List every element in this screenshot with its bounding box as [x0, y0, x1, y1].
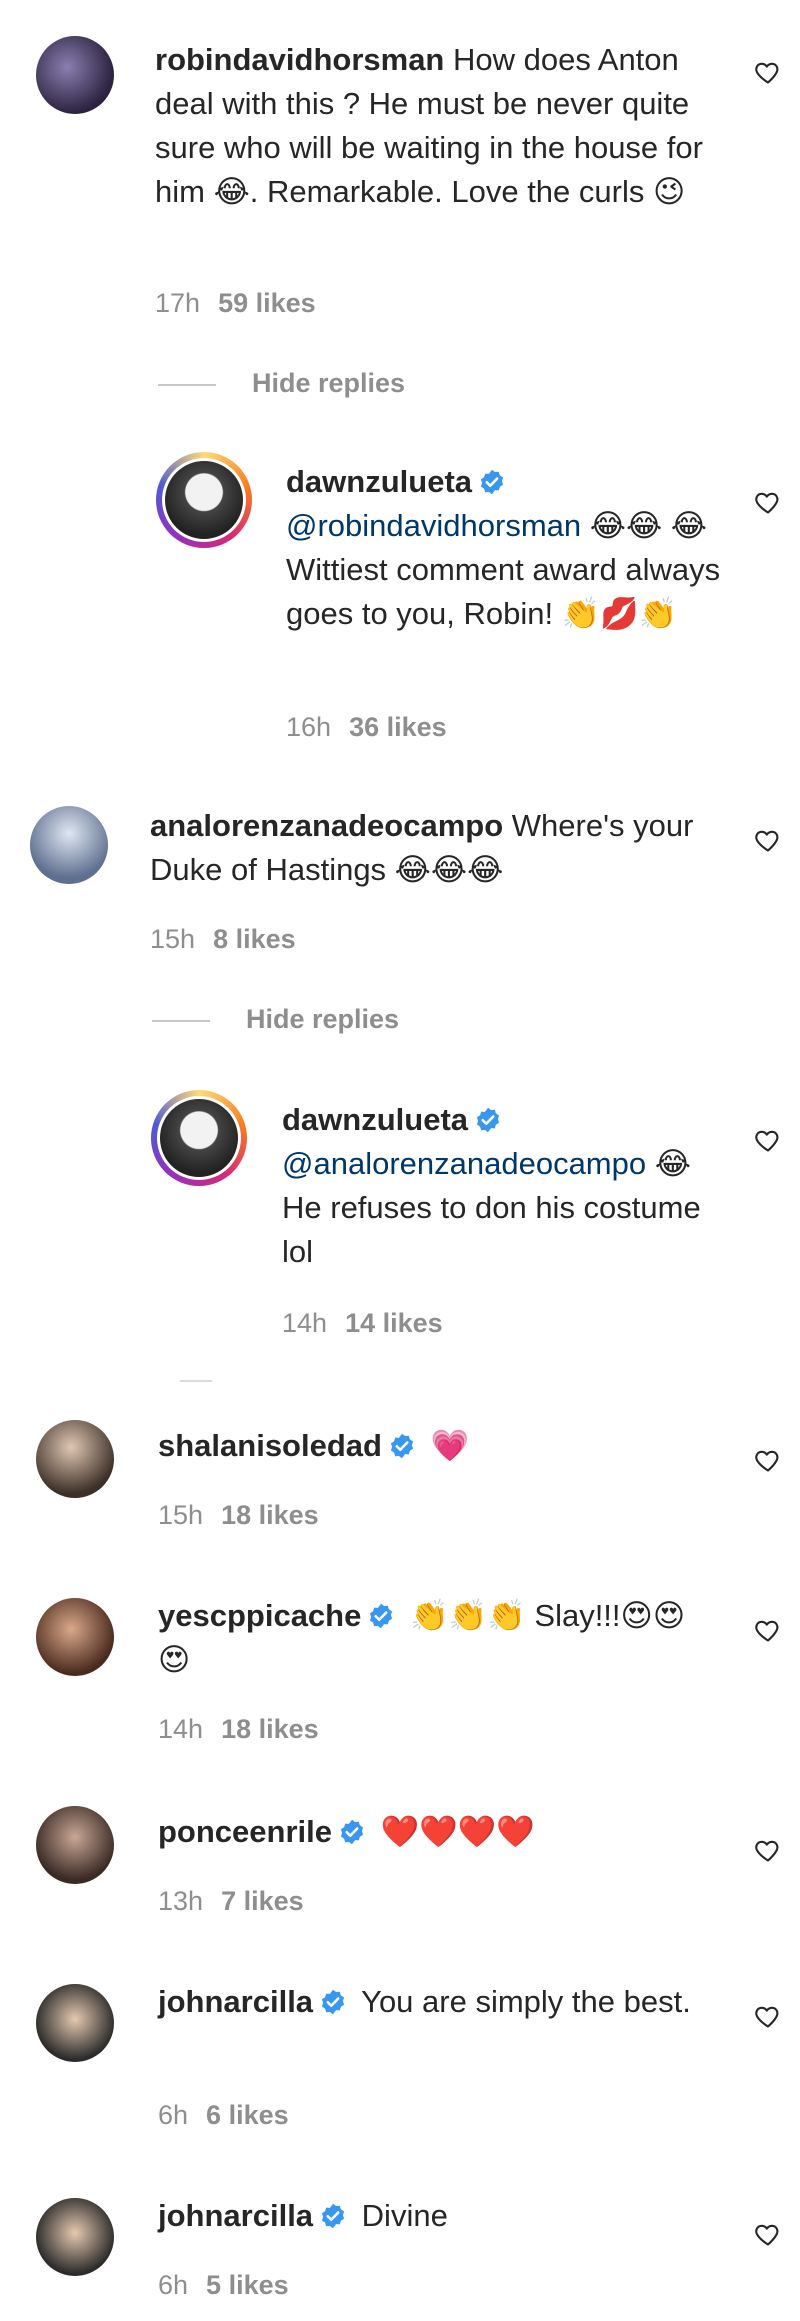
- comment-time[interactable]: 6h: [158, 2100, 188, 2130]
- comment-meta: 14h 18 likes: [158, 1714, 319, 1745]
- comment-likes[interactable]: 18 likes: [221, 1714, 319, 1744]
- reply-likes[interactable]: 36 likes: [349, 712, 447, 742]
- avatar-image: [157, 1096, 241, 1180]
- verified-badge-icon: [388, 1432, 416, 1460]
- comment-time[interactable]: 13h: [158, 1886, 203, 1916]
- comment-text: yescppicache 👏👏👏 Slay!!!😍😍 😍: [158, 1594, 718, 1682]
- comment-time[interactable]: 6h: [158, 2270, 188, 2300]
- comment-username[interactable]: johnarcilla: [158, 2198, 313, 2233]
- comment-item: johnarcilla You are simply the best. 6h 6…: [0, 1976, 800, 2156]
- comment-time[interactable]: 14h: [158, 1714, 203, 1744]
- comment-text: ponceenrile ❤️❤️❤️❤️: [158, 1810, 718, 1854]
- reply-time[interactable]: 14h: [282, 1308, 327, 1338]
- comment-body: ❤️❤️❤️❤️: [380, 1814, 536, 1849]
- verified-badge-icon: [474, 1106, 502, 1134]
- comment-text: analorenzanadeocampo Where's your Duke o…: [150, 804, 710, 892]
- heart-outline-icon[interactable]: [754, 2002, 782, 2030]
- comment-likes[interactable]: 8 likes: [213, 924, 296, 954]
- comment-item: johnarcilla Divine 6h 5 likes: [0, 2194, 800, 2321]
- comment-likes[interactable]: 18 likes: [221, 1500, 319, 1530]
- heart-outline-icon[interactable]: [754, 826, 782, 854]
- comment-meta: 13h 7 likes: [158, 1886, 304, 1917]
- divider-line: [158, 383, 216, 386]
- comment-item: shalanisoledad 💗 15h 18 likes: [0, 1420, 800, 1570]
- comment-likes[interactable]: 5 likes: [206, 2270, 289, 2300]
- comment-item: yescppicache 👏👏👏 Slay!!!😍😍 😍 14h 18 likes: [0, 1590, 800, 1770]
- avatar[interactable]: [36, 1806, 114, 1884]
- comment-meta: 15h 18 likes: [158, 1500, 319, 1531]
- reply-meta: 16h 36 likes: [286, 712, 447, 743]
- reply-likes[interactable]: 14 likes: [345, 1308, 443, 1338]
- comment-time[interactable]: 15h: [158, 1500, 203, 1530]
- divider-line: [180, 1380, 212, 1382]
- hide-replies-toggle[interactable]: Hide replies: [152, 1004, 399, 1035]
- comment-text: johnarcilla You are simply the best.: [158, 1980, 718, 2024]
- reply-username[interactable]: dawnzulueta: [286, 464, 472, 499]
- comment-likes[interactable]: 6 likes: [206, 2100, 289, 2130]
- heart-outline-icon[interactable]: [754, 488, 782, 516]
- heart-outline-icon[interactable]: [754, 1616, 782, 1644]
- verified-badge-icon: [478, 468, 506, 496]
- comment-username[interactable]: johnarcilla: [158, 1984, 313, 2019]
- verified-badge-icon: [367, 1602, 395, 1630]
- comment-meta: 6h 6 likes: [158, 2100, 289, 2131]
- comment-body-start: How does: [453, 42, 591, 77]
- comment-text: johnarcilla Divine: [158, 2194, 718, 2238]
- comment-likes[interactable]: 7 likes: [221, 1886, 304, 1916]
- heart-outline-icon[interactable]: [754, 1836, 782, 1864]
- reply-meta: 14h 14 likes: [282, 1308, 443, 1339]
- heart-outline-icon[interactable]: [754, 1446, 782, 1474]
- avatar-image: [162, 458, 246, 542]
- heart-outline-icon[interactable]: [754, 58, 782, 86]
- avatar[interactable]: [30, 806, 108, 884]
- heart-outline-icon[interactable]: [754, 1126, 782, 1154]
- hide-replies-label: Hide replies: [252, 368, 406, 398]
- reply-mention[interactable]: @analorenzanadeocampo: [282, 1146, 646, 1181]
- comment-text: robindavidhorsman How does Anton deal wi…: [155, 38, 715, 214]
- verified-badge-icon: [338, 1818, 366, 1846]
- reply-username[interactable]: dawnzulueta: [282, 1102, 468, 1137]
- comment-item: ponceenrile ❤️❤️❤️❤️ 13h 7 likes: [0, 1806, 800, 1956]
- comment-meta: 17h 59 likes: [155, 288, 316, 319]
- comment-item: robindavidhorsman How does Anton deal wi…: [0, 0, 800, 760]
- avatar[interactable]: [156, 452, 252, 548]
- hide-replies-toggle[interactable]: Hide replies: [158, 368, 405, 399]
- heart-outline-icon[interactable]: [754, 2220, 782, 2248]
- verified-badge-icon: [319, 1988, 347, 2016]
- comment-username[interactable]: analorenzanadeocampo: [150, 808, 503, 843]
- comment-body: Divine: [361, 2198, 448, 2233]
- comment-username[interactable]: ponceenrile: [158, 1814, 332, 1849]
- avatar[interactable]: [36, 1598, 114, 1676]
- comment-username[interactable]: shalanisoledad: [158, 1428, 382, 1463]
- divider-line: [152, 1019, 210, 1022]
- hide-replies-label: Hide replies: [246, 1004, 400, 1034]
- comment-time[interactable]: 15h: [150, 924, 195, 954]
- avatar[interactable]: [36, 1984, 114, 2062]
- comment-item: analorenzanadeocampo Where's your Duke o…: [0, 780, 800, 1400]
- reply-text: dawnzulueta @robindavidhorsman 😂😂 😂 Witt…: [286, 460, 726, 636]
- avatar[interactable]: [36, 36, 114, 114]
- comment-meta: 6h 5 likes: [158, 2270, 289, 2301]
- comment-body: 💗: [430, 1428, 470, 1463]
- comment-time[interactable]: 17h: [155, 288, 200, 318]
- comment-text: shalanisoledad 💗: [158, 1424, 718, 1468]
- avatar[interactable]: [36, 1420, 114, 1498]
- reply-time[interactable]: 16h: [286, 712, 331, 742]
- comment-username[interactable]: yescppicache: [158, 1598, 361, 1633]
- comment-body: You are simply the best.: [361, 1984, 691, 2019]
- comment-likes[interactable]: 59 likes: [218, 288, 316, 318]
- reply-mention[interactable]: @robindavidhorsman: [286, 508, 581, 543]
- reply-text: dawnzulueta @analorenzanadeocampo 😂 He r…: [282, 1098, 722, 1274]
- comment-username[interactable]: robindavidhorsman: [155, 42, 444, 77]
- avatar[interactable]: [151, 1090, 247, 1186]
- verified-badge-icon: [319, 2202, 347, 2230]
- comment-meta: 15h 8 likes: [150, 924, 296, 955]
- avatar[interactable]: [36, 2198, 114, 2276]
